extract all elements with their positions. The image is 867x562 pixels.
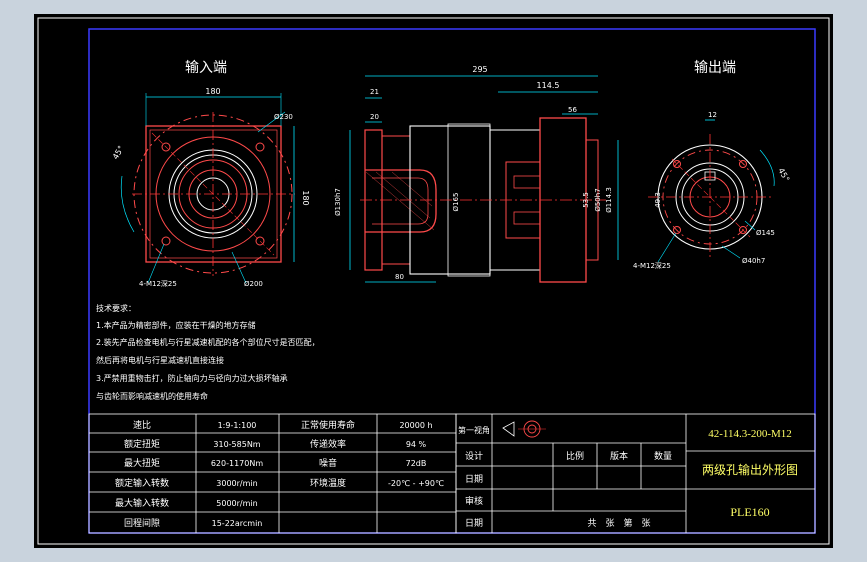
spec-row-1-label: 速比 bbox=[133, 419, 151, 431]
dim-holes-right: 4-M12深25 bbox=[633, 261, 671, 270]
spec-row-5-label: 最大输入转数 bbox=[115, 497, 169, 509]
spec-row-2-label: 额定扭矩 bbox=[124, 438, 160, 450]
sheet-count: 共 张 第 张 bbox=[587, 517, 650, 529]
spec-row-5-value: 5000r/min bbox=[216, 499, 257, 508]
dim-53-5: 53.5 bbox=[582, 192, 590, 208]
spec-row-6-label: 回程间隙 bbox=[124, 517, 160, 529]
spec-row-2-value-2: 94 % bbox=[406, 440, 427, 449]
version-label: 版本 bbox=[610, 450, 628, 462]
dim-d230: Ø230 bbox=[274, 113, 293, 121]
spec-row-6-value: 15-22arcmin bbox=[212, 519, 263, 528]
quantity-label: 数量 bbox=[654, 450, 672, 462]
dim-295: 295 bbox=[472, 65, 487, 74]
notes-title: 技术要求： bbox=[96, 303, 136, 313]
spec-row-4-value: 3000r/min bbox=[216, 479, 257, 488]
note-line-3: 然后再将电机与行星减速机直接连接 bbox=[96, 355, 224, 365]
dim-d50h7: Ø50h7 bbox=[594, 188, 602, 211]
dim-d145: Ø145 bbox=[756, 229, 775, 237]
output-end-label: 输出端 bbox=[694, 60, 736, 76]
spec-row-1-value-2: 20000 h bbox=[399, 421, 432, 430]
row-design: 设计 bbox=[465, 450, 483, 462]
spec-row-3-label-2: 噪音 bbox=[319, 457, 337, 469]
dim-d114-3: Ø114.3 bbox=[605, 187, 613, 213]
note-line-2: 2.装先产品检查电机与行星减速机配的各个部位尺寸是否匹配， bbox=[96, 337, 320, 347]
dim-d40h7: Ø40h7 bbox=[742, 257, 765, 265]
row-date-2: 日期 bbox=[465, 518, 483, 529]
row-date-1: 日期 bbox=[465, 474, 483, 485]
row-review: 审核 bbox=[465, 495, 483, 507]
projection-label: 第一视角 bbox=[458, 425, 490, 435]
dim-d200: Ø200 bbox=[244, 280, 263, 288]
spec-row-3-value-2: 72dB bbox=[406, 459, 427, 468]
cad-drawing: 输入端 输出端 180 180 Ø230 45° 4-M12深25 Ø200 2… bbox=[34, 14, 833, 548]
dim-12: 12 bbox=[708, 111, 717, 119]
input-end-label: 输入端 bbox=[185, 60, 227, 76]
dim-20: 20 bbox=[370, 113, 379, 121]
part-name: 两级孔输出外形图 bbox=[702, 462, 798, 477]
dim-d130h7: Ø130h7 bbox=[334, 188, 342, 216]
dim-80: 80 bbox=[395, 273, 404, 281]
dim-21: 21 bbox=[370, 88, 379, 96]
spec-row-1-label-2: 正常使用寿命 bbox=[301, 419, 355, 431]
note-line-5: 与齿轮而影响减速机的使用寿命 bbox=[96, 391, 208, 401]
spec-row-2-label-2: 传递效率 bbox=[310, 438, 346, 450]
spec-row-4-value-2: -20℃ - +90℃ bbox=[388, 479, 444, 488]
note-line-4: 3.严禁用重物击打，防止轴向力与径向力过大损坏轴承 bbox=[96, 373, 288, 383]
model-name: PLE160 bbox=[730, 505, 769, 519]
spec-row-1-value: 1:9-1:100 bbox=[218, 421, 257, 430]
spec-row-4-label-2: 环境温度 bbox=[310, 477, 346, 489]
spec-row-3-label: 最大扭矩 bbox=[124, 457, 160, 469]
note-line-1: 1.本产品为精密部件，应装在干燥的地方存储 bbox=[96, 320, 256, 330]
dim-49-3: 49.3 bbox=[654, 192, 662, 208]
dim-56: 56 bbox=[568, 106, 577, 114]
dim-d165: Ø165 bbox=[452, 193, 460, 212]
part-number: 42-114.3-200-M12 bbox=[708, 428, 792, 440]
spec-row-3-value: 620-1170Nm bbox=[211, 459, 264, 468]
scale-label: 比例 bbox=[566, 450, 584, 462]
dim-holes-left: 4-M12深25 bbox=[139, 279, 177, 288]
spec-row-4-label: 额定输入转数 bbox=[115, 477, 169, 489]
dim-180-top: 180 bbox=[205, 87, 220, 96]
spec-row-2-value: 310-585Nm bbox=[213, 440, 260, 449]
dim-114-5: 114.5 bbox=[537, 81, 560, 90]
dim-180-side: 180 bbox=[301, 190, 310, 205]
